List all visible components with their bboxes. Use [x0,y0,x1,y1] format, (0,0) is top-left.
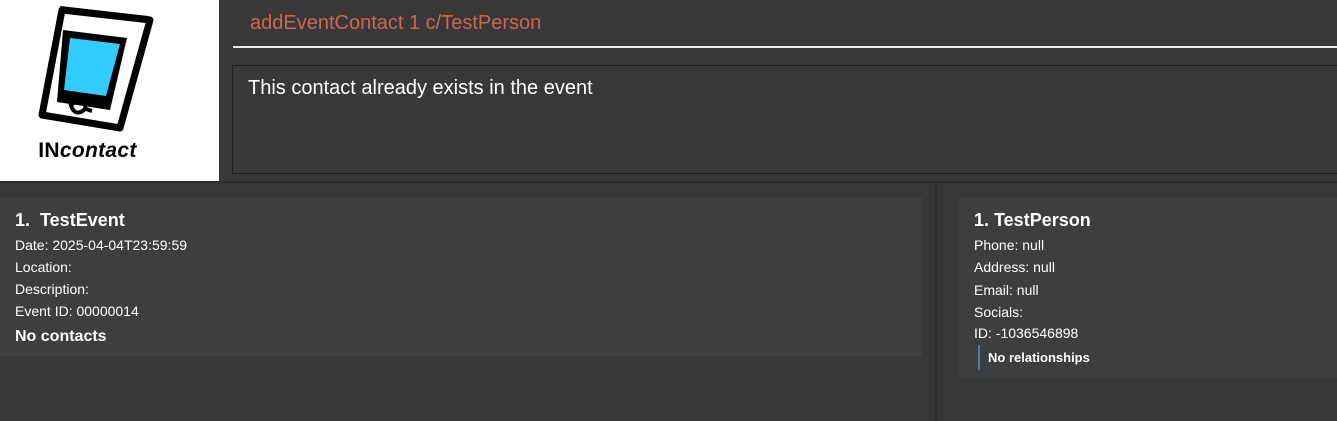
result-display[interactable]: This contact already exists in the event [232,65,1337,174]
event-description: Description: [15,281,89,297]
command-input[interactable] [248,11,1312,36]
person-address: Address: null [974,259,1055,275]
person-id: ID: -1036546898 [974,325,1079,341]
person-relationships: No relationships [978,345,1090,370]
person-title: 1. TestPerson [974,210,1091,230]
event-id: Event ID: 00000014 [15,303,139,319]
event-location: Location: [15,259,72,275]
person-list-panel[interactable]: 1. TestPerson Phone: null Address: null … [945,183,1337,421]
event-contacts: No contacts [15,328,107,345]
logo-text: INcontact [0,139,175,163]
logo-prefix: IN [38,139,60,162]
person-socials: Socials: [974,304,1024,320]
command-box [233,0,1337,48]
result-message: This contact already exists in the event [248,77,593,99]
logo-suffix: contact [59,139,137,162]
event-title: 1. TestEvent [15,210,125,230]
event-list-panel[interactable]: 1. TestEvent Date: 2025-04-04T23:59:59 L… [0,183,935,421]
event-date: Date: 2025-04-04T23:59:59 [15,237,188,253]
person-phone: Phone: null [974,237,1045,253]
person-card[interactable]: 1. TestPerson Phone: null Address: null … [959,197,1337,378]
app-logo: INcontact [0,0,219,181]
split-pane-divider[interactable] [935,183,937,421]
person-email: Email: null [974,282,1039,298]
event-card[interactable]: 1. TestEvent Date: 2025-04-04T23:59:59 L… [0,197,922,356]
